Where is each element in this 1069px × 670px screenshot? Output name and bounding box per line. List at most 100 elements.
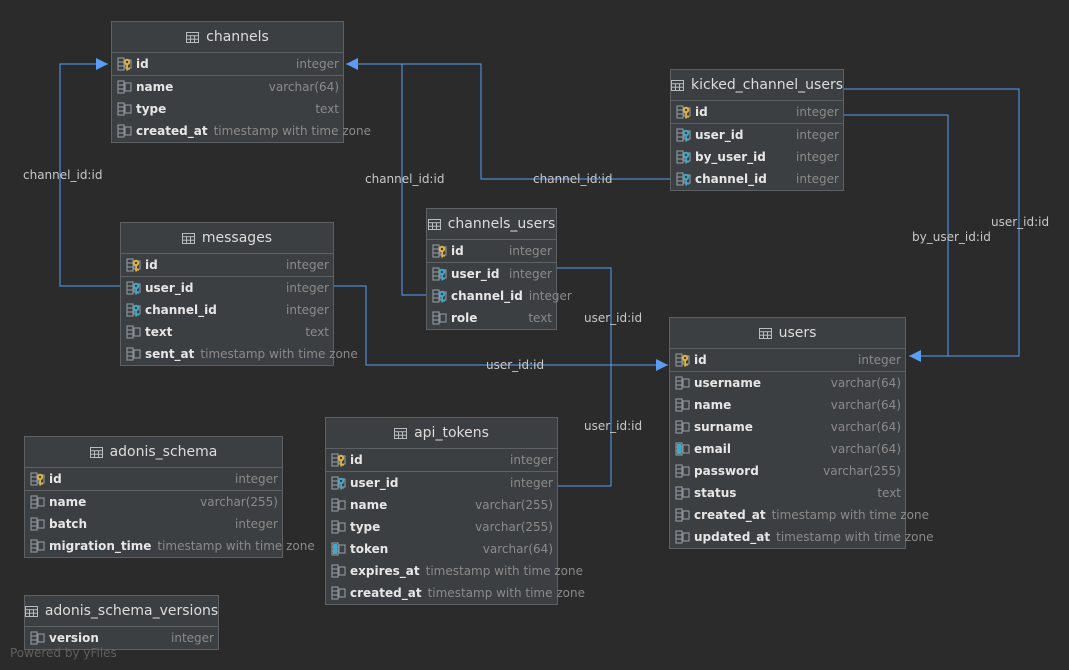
table-messages[interactable]: messages id integer user_id integer channel_i… — [120, 222, 358, 366]
column-row[interactable]: created_at timestamp with time zone — [112, 120, 371, 142]
column-row[interactable]: id integer — [427, 240, 556, 263]
column-type: text — [528, 311, 552, 325]
column-row[interactable]: name varchar(64) — [670, 394, 905, 416]
table-header[interactable]: adonis_schema_versions — [24, 596, 218, 627]
table-channels-users[interactable]: channels_users id integer user_id integer cha… — [426, 208, 572, 330]
column-row[interactable]: role text — [427, 307, 556, 329]
table-users[interactable]: users id integer username varchar(64) name var… — [669, 317, 934, 549]
column-type: varchar(64) — [830, 420, 901, 434]
column-row[interactable]: by_user_id integer — [671, 146, 843, 168]
table-channels[interactable]: channels id integer name varchar(64) type text… — [111, 21, 371, 143]
column-name: name — [49, 495, 87, 509]
column-type: varchar(255) — [475, 520, 553, 534]
column-icon — [30, 517, 45, 531]
column-icon — [30, 539, 45, 553]
column-row[interactable]: sent_at timestamp with time zone — [121, 343, 358, 365]
column-row[interactable]: id integer — [112, 53, 343, 76]
table-header[interactable]: kicked_channel_users — [670, 70, 844, 101]
foreign-key-icon — [126, 281, 141, 295]
column-name: role — [451, 311, 478, 325]
column-row[interactable]: id integer — [121, 254, 333, 277]
table-adonis-schema[interactable]: adonis_schema id integer name varchar(255) ba… — [24, 436, 315, 558]
relation-label-channels-users-channel: channel_id:id — [365, 172, 445, 186]
relation-kicked-channel[interactable] — [346, 58, 671, 180]
column-type: integer — [510, 476, 553, 490]
table-header[interactable]: adonis_schema — [25, 437, 282, 468]
column-row[interactable]: token varchar(64) — [326, 538, 557, 560]
column-icon — [331, 564, 346, 578]
column-name: expires_at — [350, 564, 420, 578]
column-row[interactable]: user_id integer — [671, 124, 843, 146]
table-api-tokens[interactable]: api_tokens id integer user_id integer name var… — [325, 417, 585, 605]
column-row[interactable]: password varchar(255) — [670, 460, 905, 482]
table-title: kicked_channel_users — [690, 77, 844, 93]
column-name: password — [694, 464, 759, 478]
column-type: integer — [509, 267, 552, 281]
column-row[interactable]: user_id integer — [427, 263, 556, 285]
column-name: migration_time — [49, 539, 152, 553]
column-name: channel_id — [145, 303, 217, 317]
table-header[interactable]: channels — [112, 22, 343, 53]
column-row[interactable]: channel_id integer — [121, 299, 333, 321]
foreign-key-icon — [432, 267, 447, 281]
table-header[interactable]: users — [670, 318, 905, 349]
column-type: varchar(64) — [268, 80, 339, 94]
column-row[interactable]: user_id integer — [326, 472, 557, 494]
column-row[interactable]: id integer — [25, 468, 282, 491]
column-type: timestamp with time zone — [771, 508, 929, 522]
column-type: varchar(255) — [823, 464, 901, 478]
column-name: created_at — [694, 508, 766, 522]
column-row[interactable]: id integer — [671, 101, 843, 124]
table-header[interactable]: api_tokens — [326, 418, 557, 449]
column-name: id — [350, 453, 363, 467]
primary-key-icon — [117, 57, 132, 71]
column-name: email — [694, 442, 731, 456]
primary-key-icon — [675, 353, 690, 367]
column-icon — [675, 398, 690, 412]
table-adonis-schema-versions[interactable]: adonis_schema_versions version integer — [24, 595, 219, 650]
column-name: id — [451, 244, 464, 258]
relation-label-kicked-channel: channel_id:id — [533, 172, 613, 186]
table-header[interactable]: channels_users — [427, 209, 556, 240]
column-row[interactable]: email varchar(64) — [670, 438, 905, 460]
column-icon — [675, 508, 690, 522]
column-row[interactable]: name varchar(255) — [326, 494, 557, 516]
column-row[interactable]: status text — [670, 482, 905, 504]
column-row[interactable]: text text — [121, 321, 333, 343]
column-row[interactable]: updated_at timestamp with time zone — [670, 526, 934, 548]
column-row[interactable]: created_at timestamp with time zone — [670, 504, 929, 526]
column-type: integer — [858, 353, 901, 367]
table-kicked-channel-users[interactable]: kicked_channel_users id integer user_id inte… — [670, 69, 844, 191]
column-row[interactable]: expires_at timestamp with time zone — [326, 560, 583, 582]
column-row[interactable]: channel_id integer — [427, 285, 572, 307]
column-row[interactable]: type text — [112, 98, 343, 120]
column-type: timestamp with time zone — [776, 530, 934, 544]
column-row[interactable]: name varchar(255) — [25, 491, 282, 513]
column-type: varchar(64) — [830, 398, 901, 412]
column-name: user_id — [695, 128, 744, 142]
column-row[interactable]: user_id integer — [121, 277, 333, 299]
primary-key-icon — [432, 244, 447, 258]
column-row[interactable]: name varchar(64) — [112, 76, 343, 98]
column-row[interactable]: migration_time timestamp with time zone — [25, 535, 315, 557]
foreign-key-icon — [676, 128, 691, 142]
column-icon — [30, 495, 45, 509]
column-row[interactable]: created_at timestamp with time zone — [326, 582, 585, 604]
column-row[interactable]: id integer — [670, 349, 905, 372]
primary-key-icon — [126, 258, 141, 272]
column-row[interactable]: id integer — [326, 449, 557, 472]
column-row[interactable]: surname varchar(64) — [670, 416, 905, 438]
column-icon — [30, 631, 45, 645]
column-type: varchar(255) — [475, 498, 553, 512]
column-row[interactable]: username varchar(64) — [670, 372, 905, 394]
table-header[interactable]: messages — [121, 223, 333, 254]
column-row[interactable]: type varchar(255) — [326, 516, 557, 538]
column-name: version — [49, 631, 99, 645]
column-row[interactable]: channel_id integer — [671, 168, 843, 190]
column-type: timestamp with time zone — [213, 124, 371, 138]
column-row[interactable]: batch integer — [25, 513, 282, 535]
foreign-key-icon — [126, 303, 141, 317]
column-name: id — [145, 258, 158, 272]
unique-index-icon — [675, 442, 690, 456]
column-type: integer — [296, 57, 339, 71]
